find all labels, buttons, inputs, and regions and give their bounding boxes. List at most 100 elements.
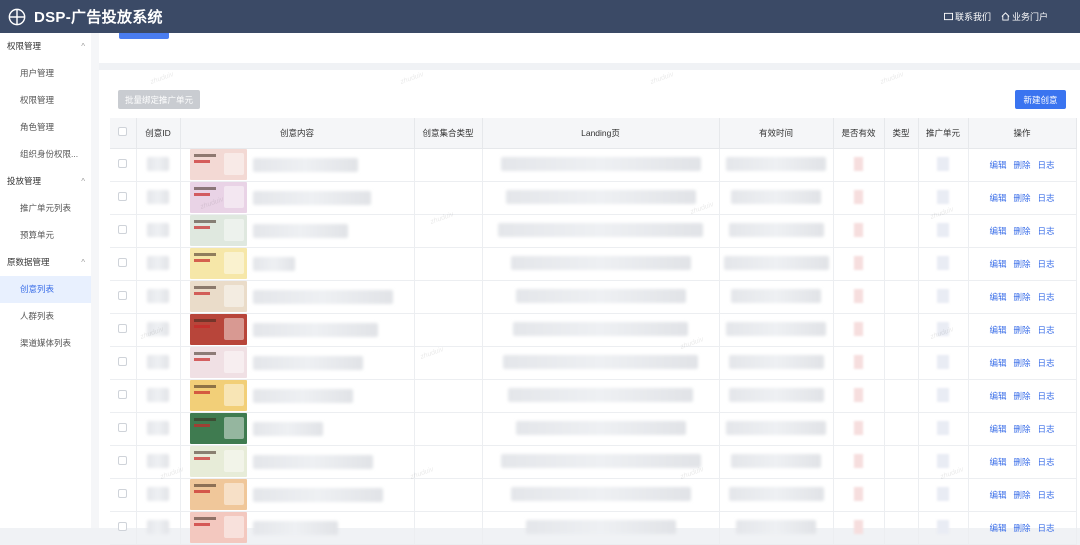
creative-thumbnail[interactable] bbox=[189, 347, 247, 378]
log-link[interactable]: 日志 bbox=[1038, 456, 1055, 468]
edit-link[interactable]: 编辑 bbox=[989, 258, 1006, 270]
new-creative-button[interactable]: 新建创意 bbox=[1015, 90, 1066, 109]
row-select-cell[interactable] bbox=[110, 445, 137, 479]
delete-link[interactable]: 删除 bbox=[1013, 258, 1030, 270]
creative-thumbnail[interactable] bbox=[189, 182, 247, 213]
row-select-cell[interactable] bbox=[110, 478, 137, 512]
valid-time-cell bbox=[719, 214, 834, 248]
row-checkbox[interactable] bbox=[118, 324, 128, 333]
sidebar-item-users[interactable]: 用户管理 bbox=[0, 60, 91, 87]
creative-thumbnail[interactable] bbox=[189, 479, 247, 510]
row-checkbox[interactable] bbox=[118, 423, 128, 432]
delete-link[interactable]: 删除 bbox=[1013, 489, 1030, 501]
edit-link[interactable]: 编辑 bbox=[989, 423, 1006, 435]
row-select-cell[interactable] bbox=[110, 379, 137, 413]
creative-content-cell bbox=[180, 148, 415, 182]
creative-thumbnail[interactable] bbox=[189, 413, 247, 444]
search-button[interactable] bbox=[119, 33, 169, 39]
sidebar-item-permissions[interactable]: 权限管理 bbox=[0, 87, 91, 114]
sidebar-item-channels[interactable]: 渠道媒体列表 bbox=[0, 330, 91, 357]
row-select-cell[interactable] bbox=[110, 412, 137, 446]
sidebar-group-metadata[interactable]: 原数据管理 ^ bbox=[0, 249, 91, 276]
type-cell bbox=[884, 247, 919, 281]
log-link[interactable]: 日志 bbox=[1038, 390, 1055, 402]
row-select-cell[interactable] bbox=[110, 247, 137, 281]
creative-thumbnail[interactable] bbox=[189, 314, 247, 345]
actions-cell: 编辑 删除 日志 bbox=[968, 181, 1077, 215]
chevron-up-icon: ^ bbox=[81, 258, 85, 267]
delete-link[interactable]: 删除 bbox=[1013, 225, 1030, 237]
sidebar-item-roles[interactable]: 角色管理 bbox=[0, 114, 91, 141]
sidebar-item-promo-units[interactable]: 推广单元列表 bbox=[0, 195, 91, 222]
edit-link[interactable]: 编辑 bbox=[989, 324, 1006, 336]
sidebar-item-org-identity[interactable]: 组织身份权限... bbox=[0, 141, 91, 168]
creative-thumbnail[interactable] bbox=[189, 149, 247, 180]
log-link[interactable]: 日志 bbox=[1038, 225, 1055, 237]
edit-link[interactable]: 编辑 bbox=[989, 291, 1006, 303]
edit-link[interactable]: 编辑 bbox=[989, 456, 1006, 468]
redacted-unit bbox=[937, 288, 949, 303]
row-select-cell[interactable] bbox=[110, 214, 137, 248]
row-checkbox[interactable] bbox=[118, 159, 128, 168]
log-link[interactable]: 日志 bbox=[1038, 291, 1055, 303]
edit-link[interactable]: 编辑 bbox=[989, 489, 1006, 501]
log-link[interactable]: 日志 bbox=[1038, 357, 1055, 369]
edit-link[interactable]: 编辑 bbox=[989, 159, 1006, 171]
redacted-content bbox=[252, 289, 393, 304]
log-link[interactable]: 日志 bbox=[1038, 192, 1055, 204]
batch-bind-button[interactable]: 批量绑定推广单元 bbox=[118, 90, 200, 109]
business-portal-link[interactable]: 业务门户 bbox=[1001, 10, 1048, 23]
creative-thumbnail[interactable] bbox=[189, 248, 247, 279]
select-all-cell[interactable] bbox=[110, 118, 137, 149]
select-all-checkbox[interactable] bbox=[118, 127, 128, 137]
row-checkbox[interactable] bbox=[118, 291, 128, 300]
edit-link[interactable]: 编辑 bbox=[989, 225, 1006, 237]
delete-link[interactable]: 删除 bbox=[1013, 357, 1030, 369]
delete-link[interactable]: 删除 bbox=[1013, 291, 1030, 303]
row-select-cell[interactable] bbox=[110, 280, 137, 314]
edit-link[interactable]: 编辑 bbox=[989, 390, 1006, 402]
sidebar-item-budget-units[interactable]: 预算单元 bbox=[0, 222, 91, 249]
row-checkbox[interactable] bbox=[118, 357, 128, 366]
redacted-landing bbox=[498, 222, 703, 237]
row-select-cell[interactable] bbox=[110, 346, 137, 380]
log-link[interactable]: 日志 bbox=[1038, 489, 1055, 501]
log-link[interactable]: 日志 bbox=[1038, 159, 1055, 171]
actions-cell: 编辑 删除 日志 bbox=[968, 412, 1077, 446]
row-checkbox[interactable] bbox=[118, 489, 128, 498]
sidebar-group-permissions[interactable]: 权限管理 ^ bbox=[0, 33, 91, 60]
row-checkbox[interactable] bbox=[118, 258, 128, 267]
delete-link[interactable]: 删除 bbox=[1013, 159, 1030, 171]
contact-us-link[interactable]: 联系我们 bbox=[943, 10, 991, 23]
delete-link[interactable]: 删除 bbox=[1013, 390, 1030, 402]
creative-thumbnail[interactable] bbox=[189, 215, 247, 246]
creative-thumbnail[interactable] bbox=[189, 446, 247, 477]
log-link[interactable]: 日志 bbox=[1038, 423, 1055, 435]
row-select-cell[interactable] bbox=[110, 148, 137, 182]
creative-content-cell bbox=[180, 214, 415, 248]
delete-link[interactable]: 删除 bbox=[1013, 192, 1030, 204]
delete-link[interactable]: 删除 bbox=[1013, 456, 1030, 468]
row-checkbox[interactable] bbox=[118, 390, 128, 399]
row-select-cell[interactable] bbox=[110, 313, 137, 347]
redacted-status bbox=[854, 255, 863, 270]
creative-thumbnail[interactable] bbox=[189, 281, 247, 312]
sidebar-group-delivery[interactable]: 投放管理 ^ bbox=[0, 168, 91, 195]
promo-unit-cell bbox=[918, 181, 969, 215]
row-checkbox[interactable] bbox=[118, 522, 128, 531]
creative-content-cell bbox=[180, 412, 415, 446]
edit-link[interactable]: 编辑 bbox=[989, 192, 1006, 204]
creative-thumbnail[interactable] bbox=[189, 380, 247, 411]
delete-link[interactable]: 删除 bbox=[1013, 324, 1030, 336]
row-select-cell[interactable] bbox=[110, 181, 137, 215]
log-link[interactable]: 日志 bbox=[1038, 258, 1055, 270]
row-checkbox[interactable] bbox=[118, 192, 128, 201]
row-checkbox[interactable] bbox=[118, 456, 128, 465]
edit-link[interactable]: 编辑 bbox=[989, 357, 1006, 369]
log-link[interactable]: 日志 bbox=[1038, 324, 1055, 336]
delete-link[interactable]: 删除 bbox=[1013, 423, 1030, 435]
sidebar-item-audiences[interactable]: 人群列表 bbox=[0, 303, 91, 330]
sidebar-item-creatives[interactable]: 创意列表 bbox=[0, 276, 91, 303]
landing-page-cell bbox=[482, 379, 720, 413]
row-checkbox[interactable] bbox=[118, 225, 128, 234]
